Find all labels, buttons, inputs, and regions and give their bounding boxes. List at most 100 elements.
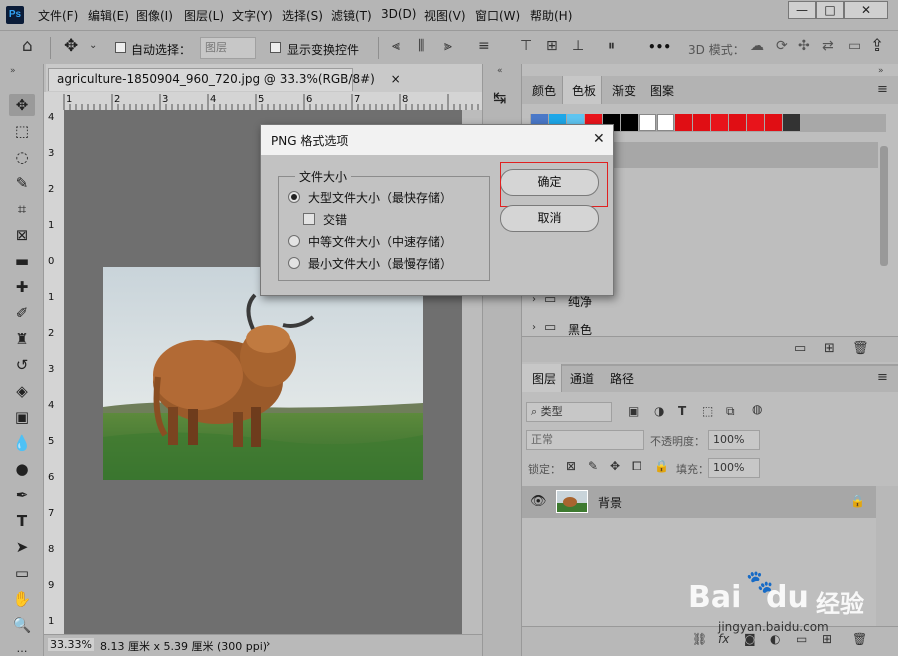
eraser-tool-icon[interactable]: ◈ xyxy=(9,380,35,402)
filter-type-icon[interactable]: T xyxy=(678,404,686,418)
frame-tool-icon[interactable]: ⊠ xyxy=(9,224,35,246)
menu-select[interactable]: 选择(S) xyxy=(282,7,323,24)
marquee-tool-icon[interactable]: ⬚ xyxy=(9,120,35,142)
filter-toggle-icon[interactable]: ◍ xyxy=(752,402,762,416)
status-menu-icon[interactable]: › xyxy=(266,637,270,650)
close-document-icon[interactable]: × xyxy=(391,72,401,86)
chevron-down-icon[interactable]: ⌄ xyxy=(89,40,97,51)
tab-paths[interactable]: 路径 xyxy=(610,370,634,387)
opacity-input[interactable]: 100% xyxy=(708,430,760,450)
radio-small-file[interactable] xyxy=(288,257,300,269)
menu-filter[interactable]: 滤镜(T) xyxy=(331,7,372,24)
blend-mode-dropdown[interactable]: 正常 xyxy=(526,430,644,450)
align-middle-icon[interactable]: ⊞ xyxy=(546,38,558,54)
menu-layer[interactable]: 图层(L) xyxy=(184,7,224,24)
filter-shape-icon[interactable]: ⬚ xyxy=(702,404,713,418)
color-swatch[interactable] xyxy=(747,114,764,131)
interlace-checkbox[interactable] xyxy=(303,213,315,225)
healing-brush-tool-icon[interactable]: ✚ xyxy=(9,276,35,298)
clone-stamp-tool-icon[interactable]: ♜ xyxy=(9,328,35,350)
delete-swatch-icon[interactable]: 🗑 xyxy=(852,341,869,356)
align-center-icon[interactable]: ⫼ xyxy=(418,38,424,54)
history-icon[interactable]: ↹ xyxy=(493,88,506,107)
radio-large-file[interactable] xyxy=(288,191,300,203)
color-swatch[interactable] xyxy=(711,114,728,131)
align-bottom-icon[interactable]: ⊥ xyxy=(572,38,584,54)
cancel-button[interactable]: 取消 xyxy=(500,205,599,232)
color-swatch[interactable] xyxy=(621,114,638,131)
align-left-icon[interactable]: ⫷ xyxy=(392,38,400,54)
more-options-icon[interactable]: ••• xyxy=(648,40,671,54)
lock-artboard-icon[interactable]: ⧠ xyxy=(632,459,642,474)
tab-layers[interactable]: 图层 xyxy=(532,370,556,387)
tab-color[interactable]: 颜色 xyxy=(532,82,556,99)
lasso-tool-icon[interactable]: ◌ xyxy=(9,146,35,168)
layer-filter-dropdown[interactable]: ⌕ 类型 xyxy=(526,402,612,422)
3d-scale-icon[interactable]: ▭ xyxy=(848,38,861,54)
auto-select-target-dropdown[interactable]: 图层 xyxy=(200,37,256,59)
zoom-tool-icon[interactable]: 🔍 xyxy=(9,614,35,636)
color-swatch[interactable] xyxy=(657,114,674,131)
rectangle-tool-icon[interactable]: ▭ xyxy=(9,562,35,584)
filter-pixel-icon[interactable]: ▣ xyxy=(628,404,639,418)
menu-window[interactable]: 窗口(W) xyxy=(475,7,520,24)
auto-select-checkbox[interactable] xyxy=(115,42,126,53)
tab-swatches[interactable]: 色板 xyxy=(572,82,596,99)
more-tools-icon[interactable]: … xyxy=(9,638,35,656)
layer-name[interactable]: 背景 xyxy=(598,494,622,511)
move-tool-icon[interactable]: ✥ xyxy=(64,36,78,56)
3d-orbit-icon[interactable]: ☁ xyxy=(750,38,764,54)
fill-input[interactable]: 100% xyxy=(708,458,760,478)
document-tab[interactable]: agriculture-1850904_960_720.jpg @ 33.3%(… xyxy=(48,68,401,91)
color-swatch[interactable] xyxy=(765,114,782,131)
dodge-tool-icon[interactable]: ● xyxy=(9,458,35,480)
menu-3d[interactable]: 3D(D) xyxy=(381,7,416,21)
blur-tool-icon[interactable]: 💧 xyxy=(9,432,35,454)
collapse-toolbar-icon[interactable]: » xyxy=(10,66,16,76)
eyedropper-tool-icon[interactable]: ▬ xyxy=(9,250,35,272)
menu-type[interactable]: 文字(Y) xyxy=(232,7,273,24)
swatch-scrollbar[interactable] xyxy=(880,146,888,266)
share-icon[interactable]: ⇪ xyxy=(870,36,884,56)
tab-gradient[interactable]: 渐变 xyxy=(612,82,636,99)
lock-all-icon[interactable]: 🔒 xyxy=(654,459,669,473)
panel-menu-icon[interactable]: ≡ xyxy=(877,82,888,97)
color-swatch[interactable] xyxy=(675,114,692,131)
color-swatch[interactable] xyxy=(729,114,746,131)
3d-pan-icon[interactable]: ✣ xyxy=(798,38,810,54)
gradient-tool-icon[interactable]: ▣ xyxy=(9,406,35,428)
minimize-button[interactable]: — xyxy=(788,1,816,19)
align-top-icon[interactable]: ⊤ xyxy=(520,38,532,54)
3d-slide-icon[interactable]: ⇄ xyxy=(822,38,834,54)
lock-image-icon[interactable]: ✎ xyxy=(588,459,598,473)
menu-image[interactable]: 图像(I) xyxy=(136,7,173,24)
zoom-level[interactable]: 33.33% xyxy=(48,638,94,651)
tab-pattern[interactable]: 图案 xyxy=(650,82,674,99)
menu-help[interactable]: 帮助(H) xyxy=(530,7,572,24)
filter-smart-object-icon[interactable]: ⧉ xyxy=(726,404,735,419)
visibility-eye-icon[interactable]: 👁 xyxy=(530,494,547,509)
history-brush-tool-icon[interactable]: ↺ xyxy=(9,354,35,376)
pen-tool-icon[interactable]: ✒ xyxy=(9,484,35,506)
brush-tool-icon[interactable]: ✐ xyxy=(9,302,35,324)
lock-transparent-icon[interactable]: ⊠ xyxy=(566,459,576,473)
type-tool-icon[interactable]: T xyxy=(9,510,35,532)
hand-tool-icon[interactable]: ✋ xyxy=(9,588,35,610)
new-swatch-icon[interactable]: ⊞ xyxy=(824,341,835,356)
tab-channels[interactable]: 通道 xyxy=(570,370,594,387)
align-right-icon[interactable]: ⫸ xyxy=(444,38,452,54)
color-swatch[interactable] xyxy=(693,114,710,131)
filter-adjustment-icon[interactable]: ◑ xyxy=(654,404,664,418)
collapse-dock-icon[interactable]: » xyxy=(878,66,884,76)
close-icon[interactable]: ✕ xyxy=(593,131,605,147)
lock-position-icon[interactable]: ✥ xyxy=(610,459,620,473)
path-select-tool-icon[interactable]: ➤ xyxy=(9,536,35,558)
move-tool-icon[interactable]: ✥ xyxy=(9,94,35,116)
color-swatch[interactable] xyxy=(783,114,800,131)
3d-roll-icon[interactable]: ⟳ xyxy=(776,38,788,54)
crop-tool-icon[interactable]: ⌗ xyxy=(9,198,35,220)
distribute-vertical-icon[interactable]: ⏸ xyxy=(608,38,615,54)
panel-menu-icon[interactable]: ≡ xyxy=(877,370,888,385)
distribute-icon[interactable]: ≡ xyxy=(478,38,490,54)
close-window-button[interactable]: ✕ xyxy=(844,1,888,19)
